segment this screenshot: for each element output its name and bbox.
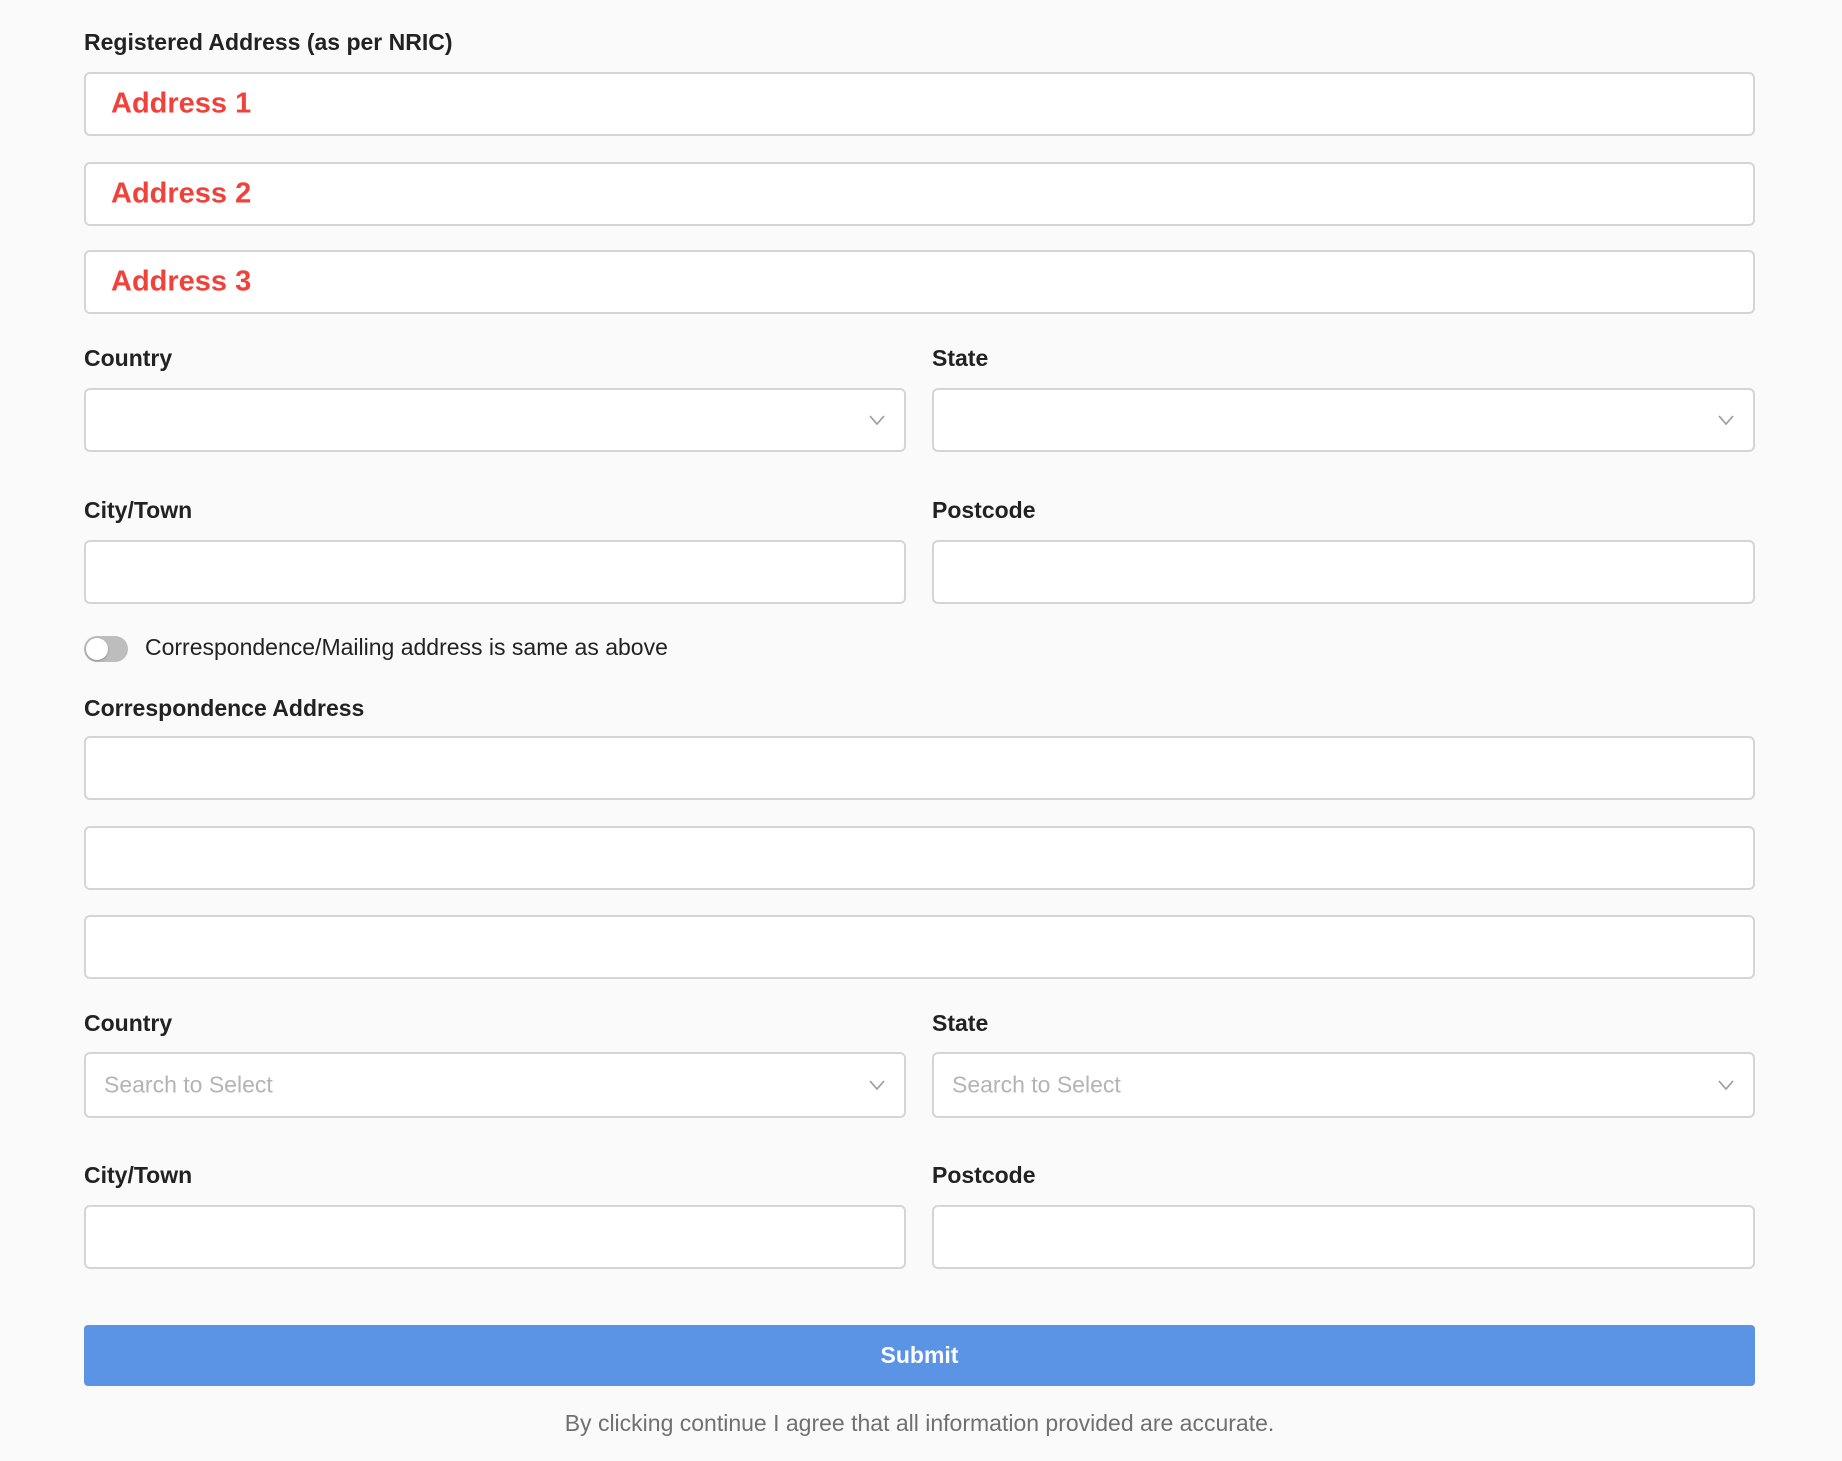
address3-annotation: Address 3 — [111, 265, 252, 298]
address1-annotation: Address 1 — [111, 87, 252, 120]
correspondence-city-input[interactable] — [84, 1205, 906, 1269]
correspondence-country-label: Country — [84, 1010, 173, 1036]
registered-address3-input[interactable]: Address 3 — [84, 250, 1755, 314]
correspondence-country-select[interactable]: Search to Select — [84, 1052, 906, 1118]
disclaimer-text: By clicking continue I agree that all in… — [564, 1410, 1275, 1436]
registered-postcode-input[interactable] — [932, 540, 1755, 604]
state-placeholder: Search to Select — [952, 1071, 1121, 1098]
correspondence-address1-input[interactable] — [84, 736, 1755, 800]
correspondence-city-label: City/Town — [84, 1162, 193, 1188]
same-address-toggle-label: Correspondence/Mailing address is same a… — [145, 634, 668, 660]
registered-country-label: Country — [84, 345, 173, 371]
correspondence-postcode-input[interactable] — [932, 1205, 1755, 1269]
chevron-down-icon — [1718, 1080, 1734, 1091]
correspondence-postcode-label: Postcode — [932, 1162, 1036, 1188]
chevron-down-icon — [1718, 415, 1734, 426]
correspondence-state-label: State — [932, 1010, 989, 1036]
correspondence-address2-input[interactable] — [84, 826, 1755, 890]
same-address-toggle[interactable] — [84, 636, 128, 662]
correspondence-state-select[interactable]: Search to Select — [932, 1052, 1755, 1118]
chevron-down-icon — [869, 1080, 885, 1091]
address-form-page: Registered Address (as per NRIC) Address… — [0, 0, 1842, 1461]
registered-state-select[interactable] — [932, 388, 1755, 452]
registered-address-label: Registered Address (as per NRIC) — [84, 29, 453, 55]
registered-address2-input[interactable]: Address 2 — [84, 162, 1755, 226]
registered-city-input[interactable] — [84, 540, 906, 604]
correspondence-address3-input[interactable] — [84, 915, 1755, 979]
registered-state-label: State — [932, 345, 989, 371]
registered-address1-input[interactable]: Address 1 — [84, 72, 1755, 136]
address2-annotation: Address 2 — [111, 177, 252, 210]
registered-country-select[interactable] — [84, 388, 906, 452]
country-placeholder: Search to Select — [104, 1071, 273, 1098]
toggle-knob — [86, 638, 108, 660]
registered-postcode-label: Postcode — [932, 497, 1036, 523]
chevron-down-icon — [869, 415, 885, 426]
correspondence-address-label: Correspondence Address — [84, 695, 365, 721]
submit-button[interactable]: Submit — [84, 1325, 1755, 1386]
registered-city-label: City/Town — [84, 497, 193, 523]
